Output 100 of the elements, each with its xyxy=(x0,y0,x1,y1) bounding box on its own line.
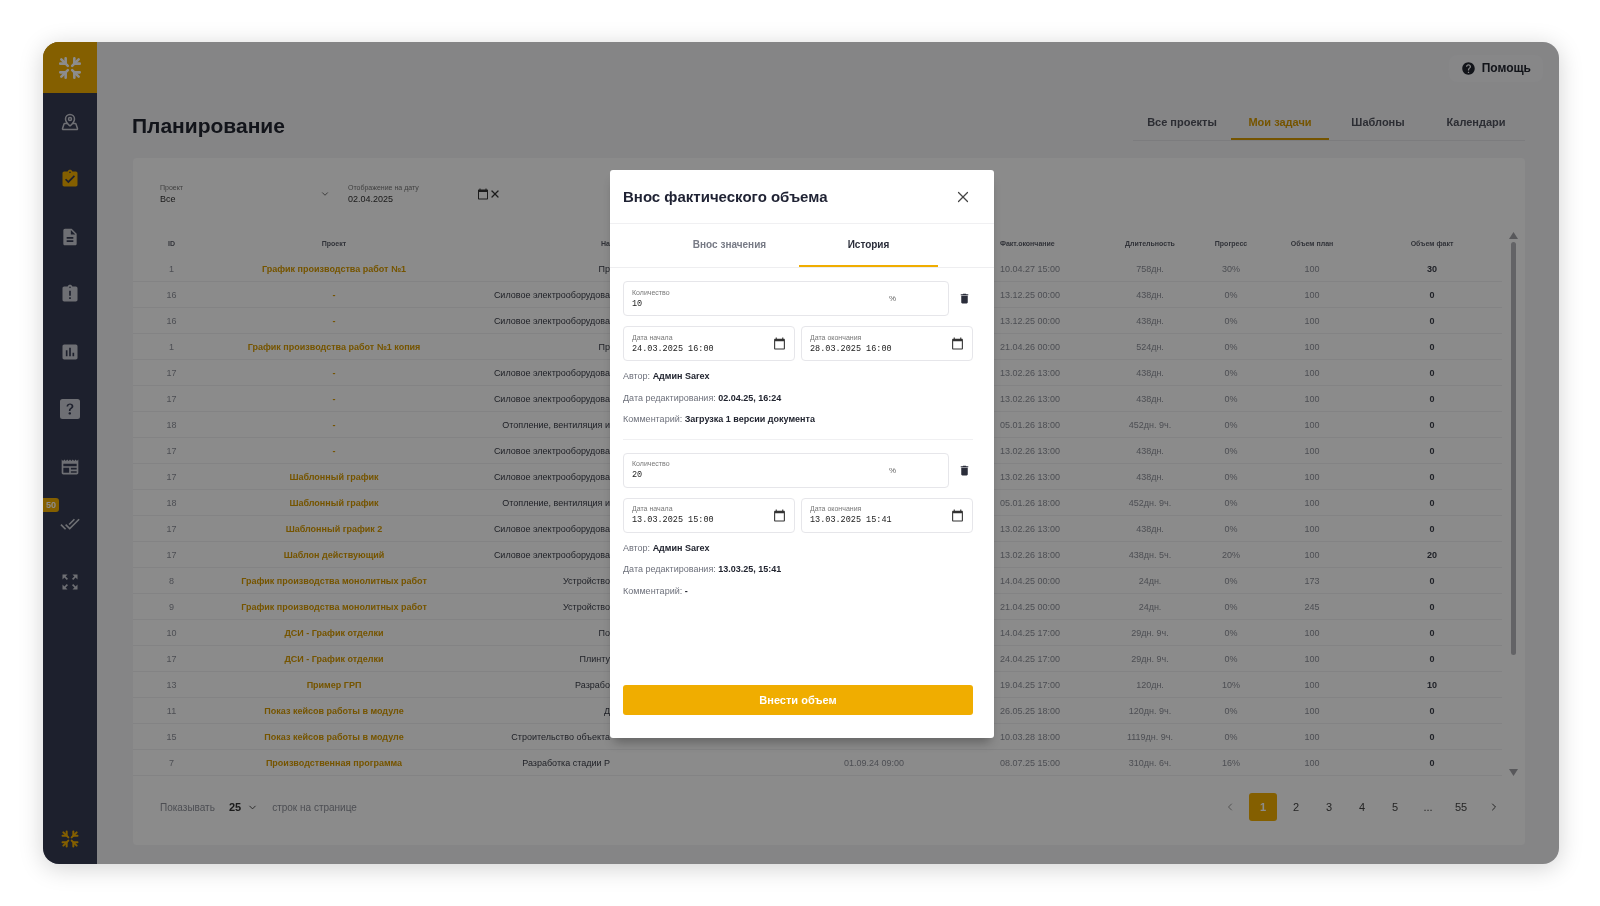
table-cell: 0 xyxy=(1429,341,1435,352)
table-cell: Силовое электрооборудова xyxy=(493,523,610,534)
tab[interactable]: История xyxy=(799,224,938,267)
table-cell: 100 xyxy=(1304,549,1320,560)
table-cell: Устройство xyxy=(562,575,610,586)
table-cell: 100 xyxy=(1304,445,1320,456)
tab[interactable]: Календари xyxy=(1427,105,1525,140)
table-cell: 0 xyxy=(1429,393,1435,404)
project-link[interactable]: - xyxy=(332,445,336,456)
project-link[interactable]: - xyxy=(332,289,336,300)
project-link[interactable]: - xyxy=(332,393,336,404)
table-cell: 438дн. xyxy=(1136,393,1164,404)
edited-date-text: Дата редактирования: 02.04.25, 16:24 xyxy=(623,391,783,404)
table-cell: Силовое электрооборудова xyxy=(493,367,610,378)
table-cell: Силовое электрооборудова xyxy=(493,549,610,560)
table-cell: 30 xyxy=(1427,263,1437,274)
project-link[interactable]: Производственная программа xyxy=(265,757,403,768)
table-cell: 18 xyxy=(166,419,177,430)
table-cell: 100 xyxy=(1304,263,1320,274)
table-cell: 05.01.26 18:00 xyxy=(1000,419,1061,430)
table-cell: 17 xyxy=(166,367,177,378)
table-cell: 438дн. xyxy=(1136,523,1164,534)
clipboard-alert-icon[interactable] xyxy=(60,284,80,305)
table-cell: По xyxy=(598,627,610,638)
project-link[interactable]: Шаблонный график 2 xyxy=(285,523,383,534)
project-link[interactable]: Показ кейсов работы в модуле xyxy=(264,731,404,742)
table-cell: 29дн. 9ч. xyxy=(1131,627,1169,638)
page-button[interactable]: 3 xyxy=(1315,793,1343,821)
table-cell: 29дн. 9ч. xyxy=(1131,653,1169,664)
calendar-icon[interactable] xyxy=(773,508,786,522)
table-cell: Плинту xyxy=(579,653,610,664)
scroll-up-icon[interactable] xyxy=(1509,232,1518,239)
table-cell: 0 xyxy=(1429,367,1435,378)
map-pin-icon[interactable] xyxy=(61,112,79,131)
project-link[interactable]: ДСИ - График отделки xyxy=(284,653,384,664)
table-cell: 17 xyxy=(166,653,177,664)
table-cell: 438дн. xyxy=(1136,367,1164,378)
project-link[interactable]: График производства монолитных работ xyxy=(241,575,427,586)
project-link[interactable]: - xyxy=(332,315,336,326)
page-button[interactable]: ... xyxy=(1414,793,1442,821)
table-cell: 16 xyxy=(166,289,177,300)
calendar-icon[interactable] xyxy=(773,337,786,350)
tab[interactable]: Все проекты xyxy=(1133,105,1231,140)
page-button[interactable]: 4 xyxy=(1348,793,1376,821)
table-cell: Отопление, вентиляция и xyxy=(502,497,610,508)
document-icon[interactable] xyxy=(60,226,80,247)
calendar-icon[interactable] xyxy=(951,508,964,522)
tab[interactable]: Мои задачи xyxy=(1231,105,1329,140)
table-cell: 0 xyxy=(1429,419,1435,430)
clipboard-check-icon[interactable] xyxy=(60,169,80,190)
comment-text: Комментарий: Загрузка 1 версии документа xyxy=(623,413,816,426)
table-cell: 0 xyxy=(1429,705,1435,716)
calendar-icon[interactable] xyxy=(951,337,964,350)
table-cell: Пр xyxy=(598,263,610,274)
table-cell: Устройство xyxy=(562,601,610,612)
project-link[interactable]: - xyxy=(332,419,336,430)
project-link[interactable]: Показ кейсов работы в модуле xyxy=(264,705,404,716)
table-cell: 08.07.25 15:00 xyxy=(1000,757,1061,768)
table-cell: 0 xyxy=(1429,497,1435,508)
project-link[interactable]: ДСИ - График отделки xyxy=(284,627,384,638)
table-cell: 10% xyxy=(1222,679,1240,690)
project-link[interactable]: - xyxy=(332,367,336,378)
table-cell: 05.01.26 18:00 xyxy=(1000,497,1061,508)
trash-icon[interactable] xyxy=(958,463,971,477)
table-cell: 13.02.26 13:00 xyxy=(1000,471,1061,482)
table-cell: 19.04.25 17:00 xyxy=(1000,679,1061,690)
page-button[interactable]: 55 xyxy=(1447,793,1475,821)
table-cell: 10.04.27 15:00 xyxy=(1000,263,1061,274)
trash-icon[interactable] xyxy=(958,292,971,305)
project-link[interactable]: Шаблон действующий xyxy=(283,549,385,560)
table-cell: Силовое электрооборудова xyxy=(493,445,610,456)
calendar-icon[interactable] xyxy=(477,188,489,200)
project-link[interactable]: Пример ГРП xyxy=(306,679,362,690)
question-icon[interactable] xyxy=(60,399,80,420)
table-cell: 17 xyxy=(166,445,177,456)
submit-button[interactable]: Внести объем xyxy=(623,685,973,715)
tab[interactable]: Шаблоны xyxy=(1329,105,1427,140)
table-cell: 24.04.25 17:00 xyxy=(1000,653,1061,664)
scroll-down-icon[interactable] xyxy=(1509,769,1518,776)
project-link[interactable]: График производства работ №1 копия xyxy=(247,341,421,352)
project-link[interactable]: График производства монолитных работ xyxy=(241,601,427,612)
table-cell: 100 xyxy=(1304,705,1320,716)
rows-label: Показывать xyxy=(160,801,215,813)
edited-date-text: Дата редактирования: 13.03.25, 15:41 xyxy=(623,563,783,576)
page-button[interactable]: 1 xyxy=(1249,793,1277,821)
scrollbar-thumb[interactable] xyxy=(1511,242,1516,655)
page-button[interactable]: 2 xyxy=(1282,793,1310,821)
table-cell: 0 xyxy=(1429,575,1435,586)
project-link[interactable]: Шаблонный график xyxy=(289,471,379,482)
page-button[interactable]: 5 xyxy=(1381,793,1409,821)
project-link[interactable]: График производства работ №1 xyxy=(261,263,407,274)
rows-per-page-select[interactable]: 25 xyxy=(228,801,259,813)
close-icon[interactable] xyxy=(489,188,501,200)
project-link[interactable]: Шаблонный график xyxy=(289,497,379,508)
tab[interactable]: Внос значения xyxy=(660,224,799,267)
table-cell: 15 xyxy=(166,731,177,742)
table-cell: 10 xyxy=(1427,679,1437,690)
table-cell: 13 xyxy=(166,679,177,690)
logo-icon xyxy=(57,54,83,81)
table-cell: 1 xyxy=(169,263,174,274)
